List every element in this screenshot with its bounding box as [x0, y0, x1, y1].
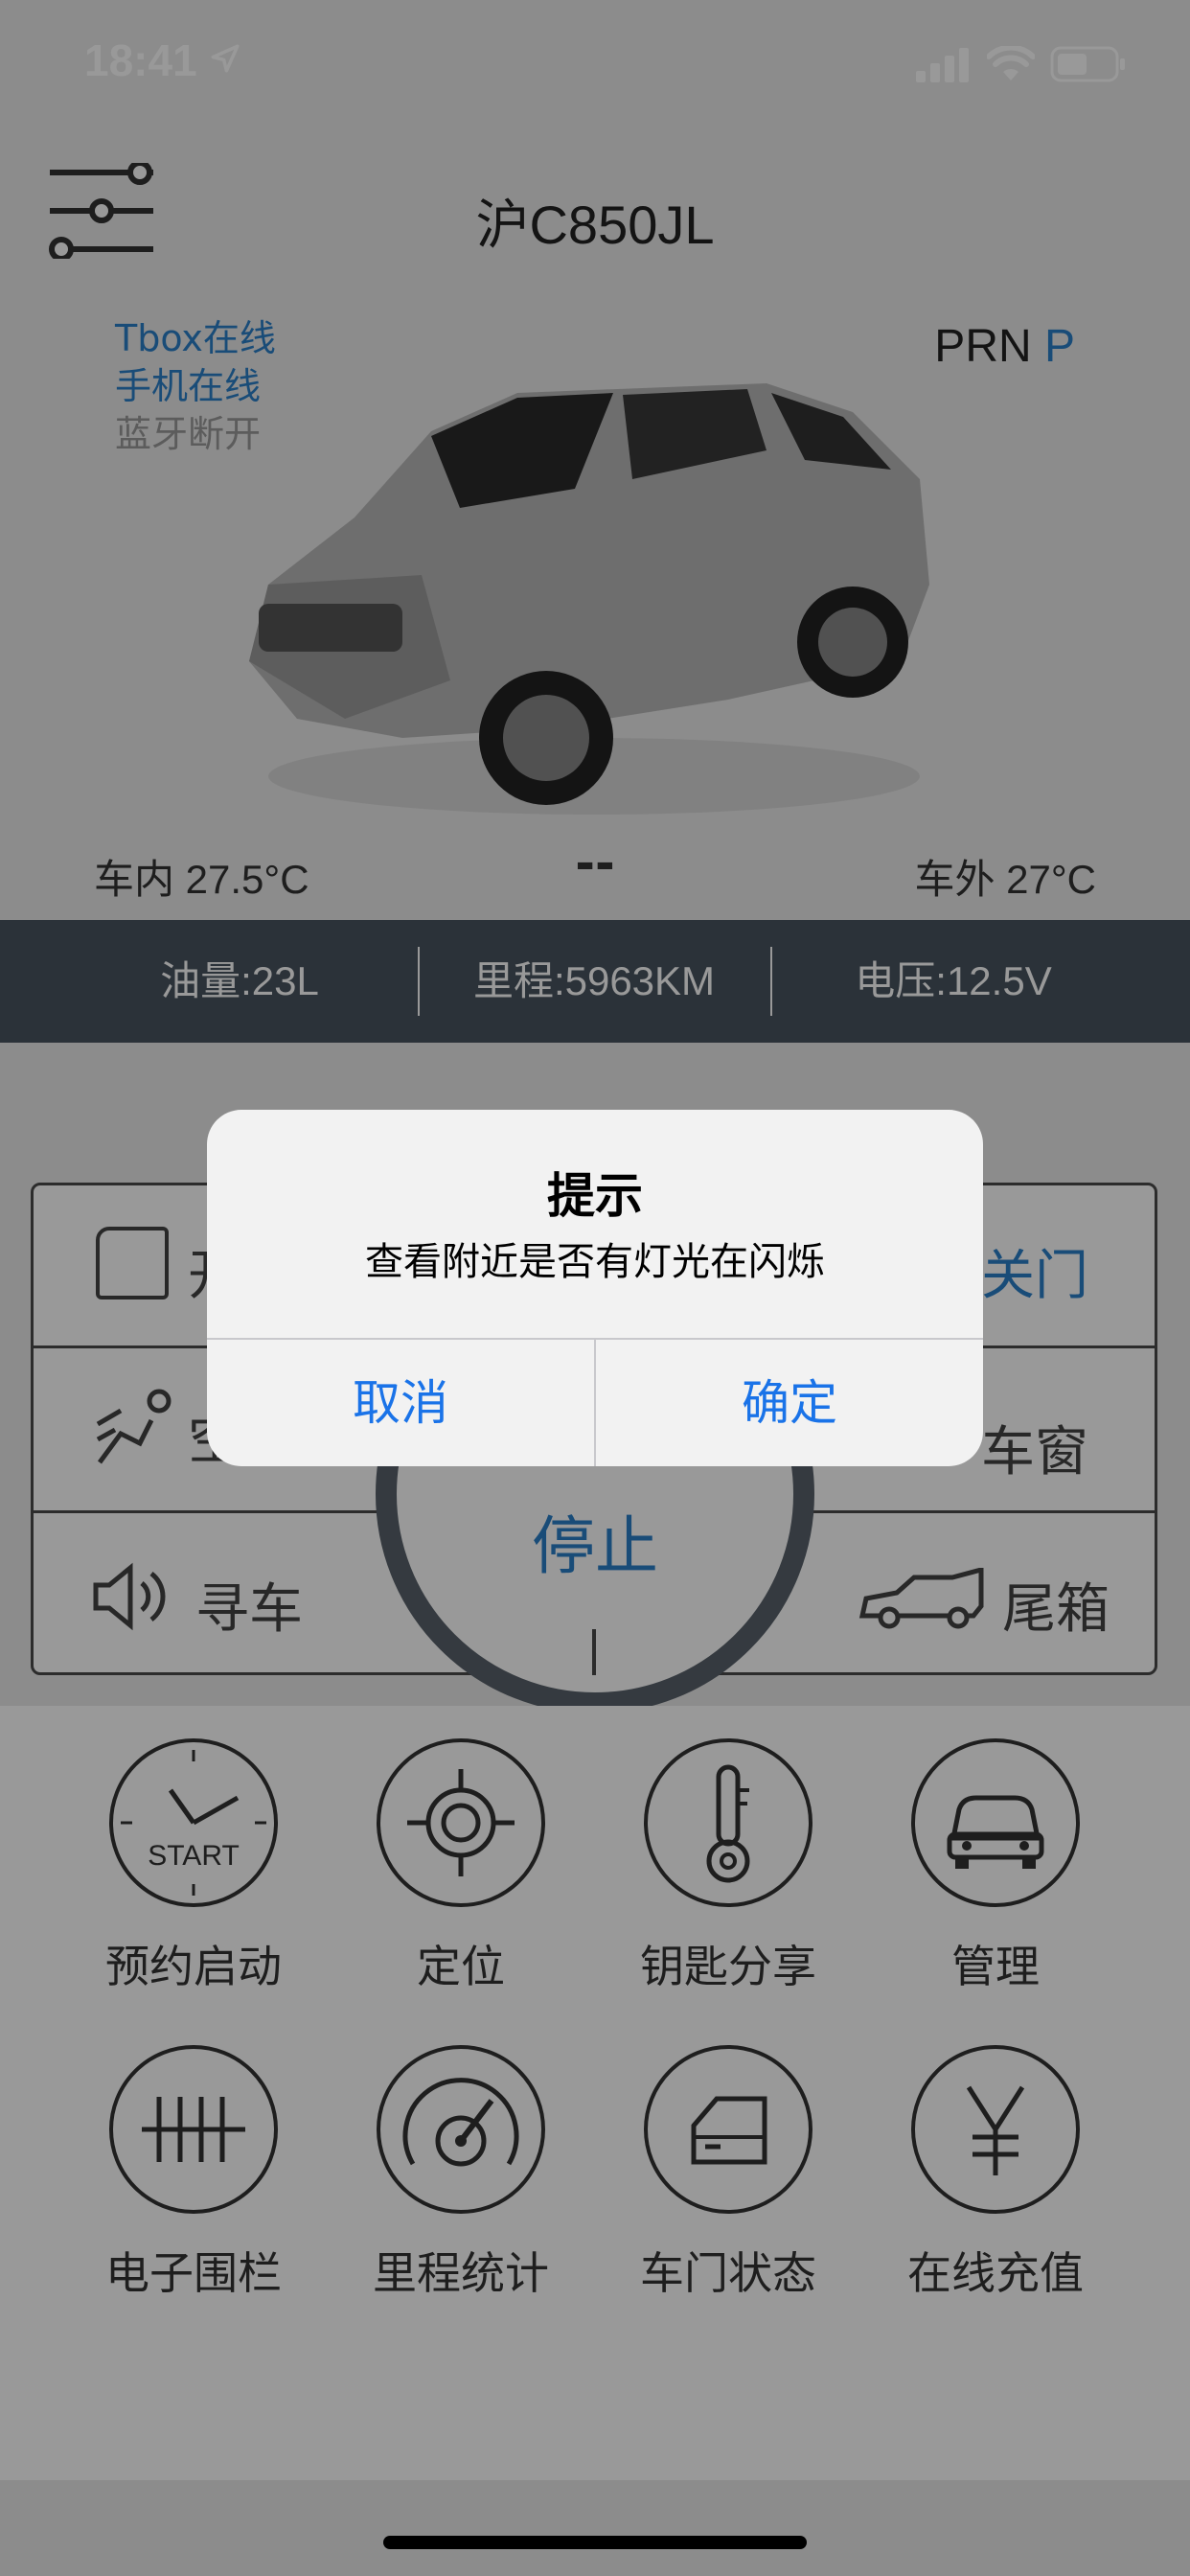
- cancel-button[interactable]: 取消: [207, 1340, 594, 1466]
- confirm-button[interactable]: 确定: [596, 1340, 983, 1466]
- dialog-message: 查看附近是否有灯光在闪烁: [365, 1240, 825, 1284]
- alert-dialog: 提示 查看附近是否有灯光在闪烁 取消 确定: [207, 1110, 983, 1466]
- home-indicator[interactable]: [383, 2536, 807, 2549]
- dialog-title: 提示: [547, 1168, 643, 1224]
